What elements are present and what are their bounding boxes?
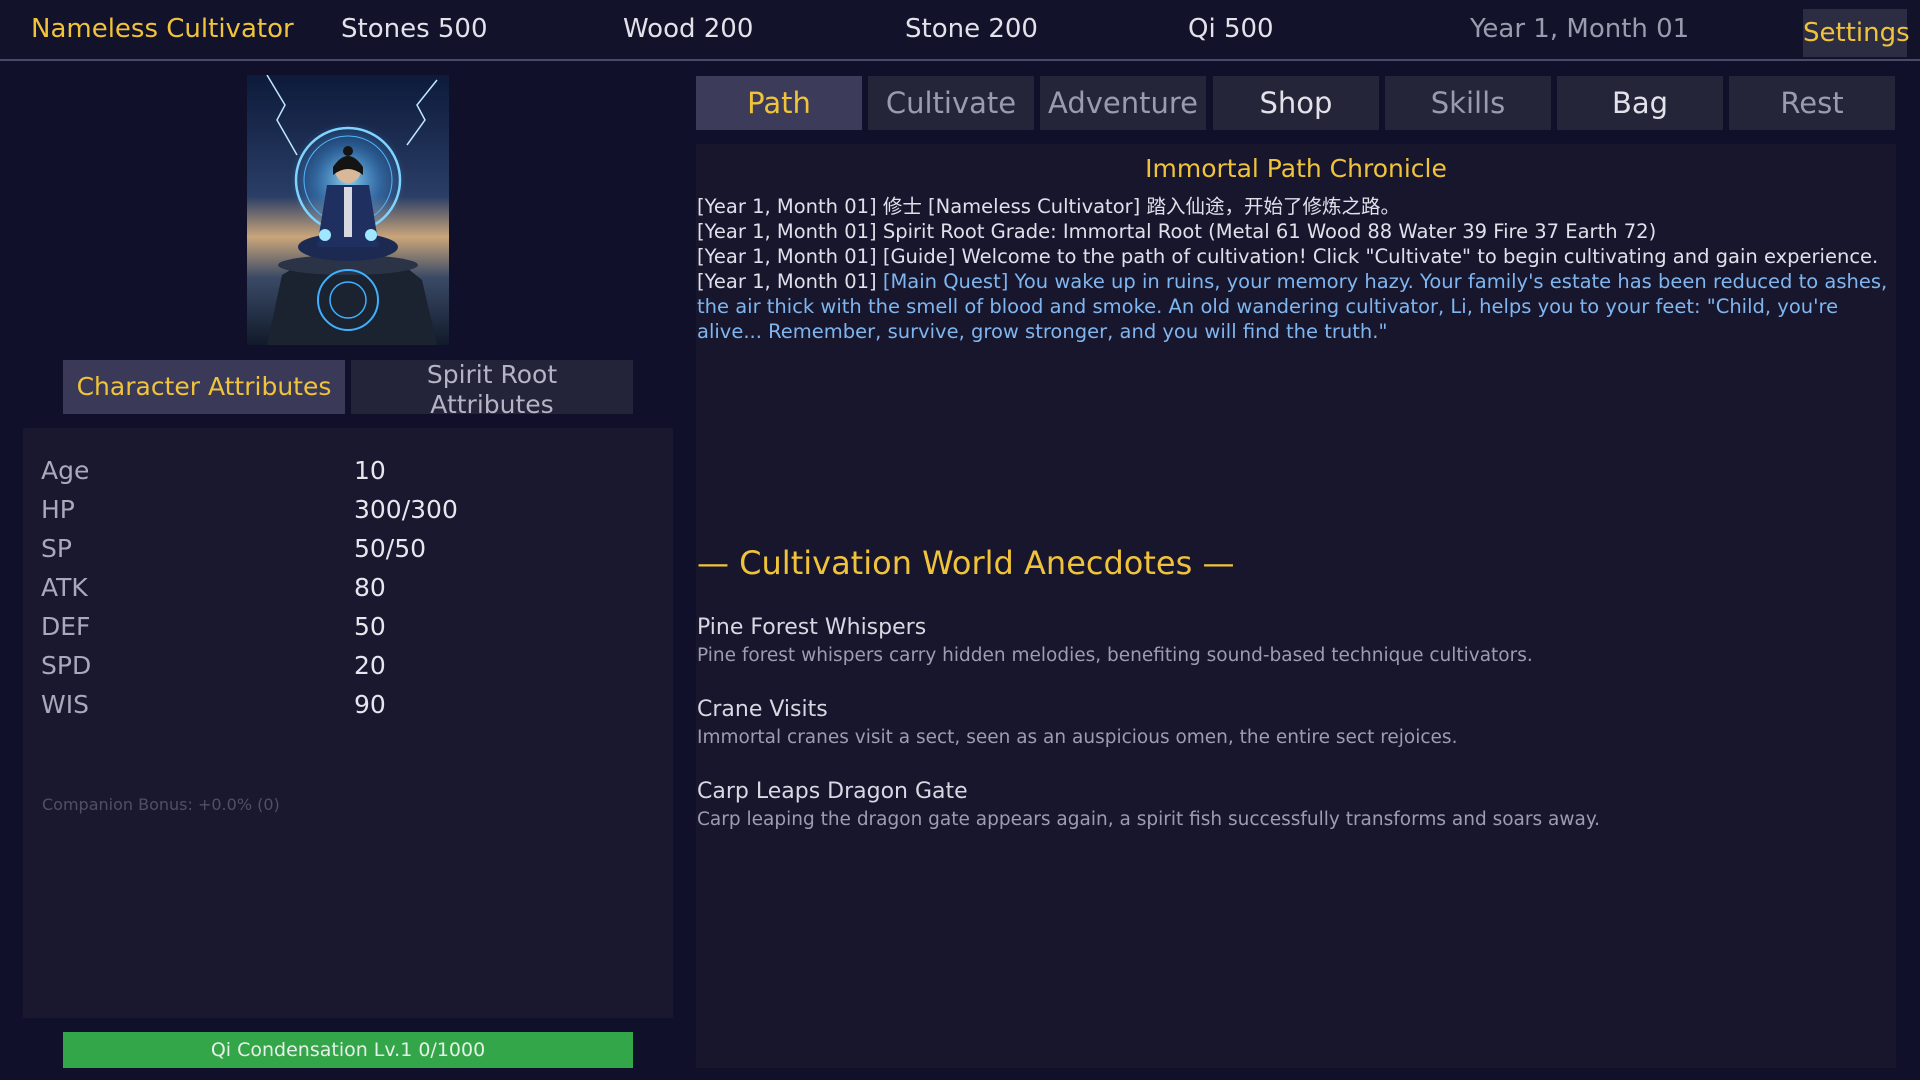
attr-label: SPD xyxy=(41,651,92,680)
attr-label: Age xyxy=(41,456,90,485)
log-text: [Guide] Welcome to the path of cultivati… xyxy=(882,245,1879,268)
log-entry: [Year 1, Month 01] 修士 [Nameless Cultivat… xyxy=(697,194,1895,219)
attr-value: 300/300 xyxy=(354,495,458,524)
chronicle-log: [Year 1, Month 01] 修士 [Nameless Cultivat… xyxy=(697,194,1895,344)
attr-label: ATK xyxy=(41,573,88,602)
tab-bag[interactable]: Bag xyxy=(1557,76,1723,130)
tab-adventure[interactable]: Adventure xyxy=(1040,76,1206,130)
top-resource-bar: Nameless Cultivator Stones 500 Wood 200 … xyxy=(0,0,1920,61)
log-timestamp: [Year 1, Month 01] xyxy=(697,270,877,293)
tab-spirit-root-label: Spirit Root Attributes xyxy=(426,360,558,419)
anecdote-desc: Carp leaping the dragon gate appears aga… xyxy=(697,809,1601,830)
anecdote-title: Carp Leaps Dragon Gate xyxy=(697,779,968,804)
attr-value: 90 xyxy=(354,690,386,719)
anecdote-item: Carp Leaps Dragon Gate Carp leaping the … xyxy=(697,777,1887,833)
log-timestamp: [Year 1, Month 01] xyxy=(697,245,877,268)
tab-shop[interactable]: Shop xyxy=(1213,76,1379,130)
wood-counter: Wood 200 xyxy=(623,14,754,44)
qi-counter: Qi 500 xyxy=(1188,14,1274,44)
attr-label: DEF xyxy=(41,612,91,641)
tab-spirit-root-attributes[interactable]: Spirit Root Attributes xyxy=(351,360,633,419)
anecdote-title: Pine Forest Whispers xyxy=(697,615,927,640)
progress-bar-label: Qi Condensation Lv.1 0/1000 xyxy=(210,1039,486,1061)
log-timestamp: [Year 1, Month 01] xyxy=(697,220,877,243)
anecdote-item: Pine Forest Whispers Pine forest whisper… xyxy=(697,613,1887,669)
log-entry: [Year 1, Month 01] Spirit Root Grade: Im… xyxy=(697,219,1895,244)
tab-character-attributes[interactable]: Character Attributes xyxy=(63,360,345,414)
cultivation-progress-bar: Qi Condensation Lv.1 0/1000 xyxy=(63,1032,633,1068)
attr-row-atk: ATK 80 xyxy=(41,570,641,606)
attributes-panel: Age 10 HP 300/300 SP 50/50 ATK 80 DEF 50… xyxy=(23,428,673,1018)
attr-label: HP xyxy=(41,495,75,524)
anecdote-desc: Pine forest whispers carry hidden melodi… xyxy=(697,645,1533,666)
chronicle-title: Immortal Path Chronicle xyxy=(1145,154,1447,183)
tab-path[interactable]: Path xyxy=(696,76,862,130)
tab-rest[interactable]: Rest xyxy=(1729,76,1895,130)
attr-row-sp: SP 50/50 xyxy=(41,531,641,567)
attr-row-hp: HP 300/300 xyxy=(41,492,641,528)
attr-value: 10 xyxy=(354,456,386,485)
companion-bonus: Companion Bonus: +0.0% (0) xyxy=(42,795,280,814)
anecdote-title: Crane Visits xyxy=(697,697,828,722)
log-entry-main-quest: [Year 1, Month 01] [Main Quest] You wake… xyxy=(697,269,1895,344)
attr-label: WIS xyxy=(41,690,89,719)
player-name: Nameless Cultivator xyxy=(31,14,294,44)
log-timestamp: [Year 1, Month 01] xyxy=(697,195,877,218)
game-date: Year 1, Month 01 xyxy=(1470,14,1690,44)
tab-cultivate[interactable]: Cultivate xyxy=(868,76,1034,130)
attr-row-spd: SPD 20 xyxy=(41,648,641,684)
settings-button[interactable]: Settings xyxy=(1803,9,1910,57)
anecdotes-title: — Cultivation World Anecdotes — xyxy=(697,544,1235,582)
stone-counter: Stone 200 xyxy=(905,14,1038,44)
log-text: Spirit Root Grade: Immortal Root (Metal … xyxy=(882,220,1657,243)
attr-value: 50/50 xyxy=(354,534,427,563)
attr-value: 50 xyxy=(354,612,386,641)
character-portrait xyxy=(247,75,449,345)
log-entry: [Year 1, Month 01] [Guide] Welcome to th… xyxy=(697,244,1895,269)
anecdote-desc: Immortal cranes visit a sect, seen as an… xyxy=(697,727,1458,748)
tab-skills[interactable]: Skills xyxy=(1385,76,1551,130)
spirit-stones-counter: Stones 500 xyxy=(341,14,488,44)
attr-label: SP xyxy=(41,534,72,563)
attr-value: 20 xyxy=(354,651,386,680)
anecdote-item: Crane Visits Immortal cranes visit a sec… xyxy=(697,695,1887,751)
attr-row-wis: WIS 90 xyxy=(41,687,641,723)
attr-value: 80 xyxy=(354,573,386,602)
attr-row-def: DEF 50 xyxy=(41,609,641,645)
log-text: 修士 [Nameless Cultivator] 踏入仙途，开始了修炼之路。 xyxy=(882,195,1400,218)
attr-row-age: Age 10 xyxy=(41,453,641,489)
